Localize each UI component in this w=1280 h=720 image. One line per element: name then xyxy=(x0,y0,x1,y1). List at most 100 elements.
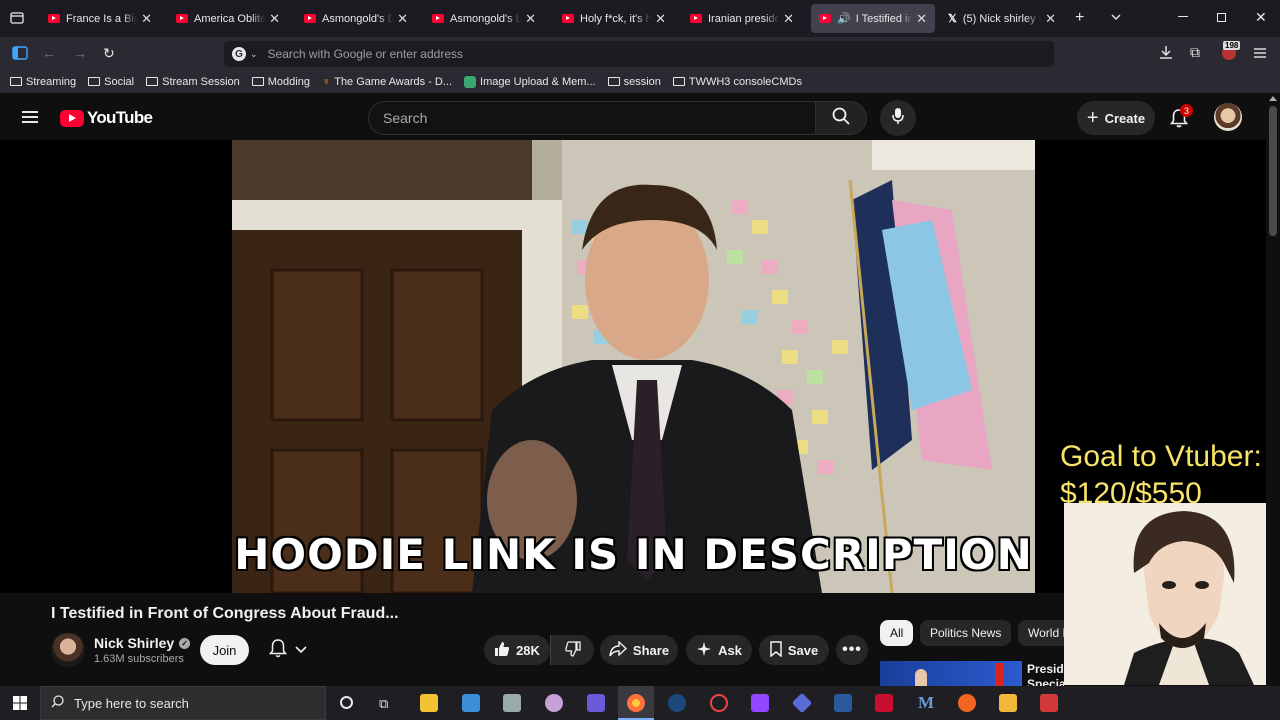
forward-arrow-icon[interactable]: → xyxy=(73,45,87,61)
twitch-icon[interactable] xyxy=(751,694,769,712)
steam-icon[interactable] xyxy=(668,694,686,712)
bookmark-item[interactable]: Streaming xyxy=(10,76,76,88)
scrollbar-thumb[interactable] xyxy=(1269,106,1277,236)
download-icon[interactable] xyxy=(1159,45,1173,65)
related-video-thumbnail[interactable] xyxy=(880,661,1022,686)
bookmark-save-icon xyxy=(770,640,782,660)
cortana-circle-icon[interactable] xyxy=(340,696,353,709)
app-icon[interactable] xyxy=(587,694,605,712)
browser-tab[interactable]: France Is a Bigger ✕ xyxy=(40,4,160,33)
save-button[interactable]: Save xyxy=(759,635,829,665)
browser-tab[interactable]: Holy f*ck, it's hap ✕ xyxy=(554,4,674,33)
address-bar[interactable]: G ⌄ Search with Google or enter address xyxy=(224,41,1054,67)
browser-tab[interactable]: Iranian president ✕ xyxy=(682,4,802,33)
extensions-puzzle-icon[interactable]: ⧉ xyxy=(1190,44,1200,61)
close-icon[interactable]: ✕ xyxy=(141,11,152,27)
mcafee-icon[interactable] xyxy=(875,694,893,712)
chip-politics-news[interactable]: Politics News xyxy=(920,620,1012,646)
browser-tab-strip: France Is a Bigger ✕ America Obliterate … xyxy=(0,0,1280,37)
sidebar-toggle-icon[interactable] xyxy=(12,46,28,65)
more-actions-button[interactable]: ••• xyxy=(836,635,868,665)
reload-icon[interactable]: ↻ xyxy=(103,45,115,62)
channel-name[interactable]: Nick Shirley ✓ xyxy=(94,635,191,651)
close-icon[interactable]: ✕ xyxy=(655,11,666,27)
bookmark-item[interactable]: Social xyxy=(88,76,134,88)
close-icon[interactable]: ✕ xyxy=(783,11,794,27)
search-engine-chevron-icon[interactable]: ⌄ xyxy=(250,49,258,60)
restore-icon[interactable] xyxy=(1217,13,1226,22)
bookmark-item[interactable]: Image Upload & Mem... xyxy=(464,75,596,88)
menu-hamburger-icon[interactable] xyxy=(1253,46,1267,64)
close-icon[interactable]: ✕ xyxy=(525,11,536,27)
join-button[interactable]: Join xyxy=(200,635,249,665)
app-icon[interactable] xyxy=(834,694,852,712)
dislike-button[interactable] xyxy=(550,635,594,665)
share-label: Share xyxy=(632,642,670,658)
app-m-icon[interactable]: M xyxy=(918,693,934,713)
app-icon[interactable] xyxy=(503,694,521,712)
tab-overflow-chevron-icon[interactable] xyxy=(1110,10,1122,28)
google-icon[interactable]: G xyxy=(232,47,246,61)
store-icon[interactable] xyxy=(462,694,480,712)
app-icon[interactable] xyxy=(999,694,1017,712)
browser-tab[interactable]: America Obliterate ✕ xyxy=(168,4,288,33)
thumbs-down-icon xyxy=(564,640,581,660)
channel-avatar[interactable] xyxy=(51,633,85,667)
microphone-icon xyxy=(892,107,904,130)
close-icon[interactable]: ✕ xyxy=(1045,11,1056,27)
firefox-icon[interactable] xyxy=(627,694,645,712)
bookmark-item[interactable]: Stream Session xyxy=(146,76,240,88)
close-icon[interactable]: ✕ xyxy=(397,11,408,27)
back-arrow-icon[interactable]: ← xyxy=(42,45,56,61)
chip-all[interactable]: All xyxy=(880,620,914,646)
scroll-up-arrow-icon[interactable] xyxy=(1269,96,1277,101)
browser-tab[interactable]: Asmongold's Laws ✕ xyxy=(424,4,544,33)
share-button[interactable]: Share xyxy=(600,635,678,665)
ask-button[interactable]: Ask xyxy=(686,635,752,665)
app-icon[interactable] xyxy=(1040,694,1058,712)
youtube-logo[interactable]: YouTube xyxy=(60,108,153,128)
browser-tab[interactable]: 𝕏 (5) Nick shirley (@ ✕ xyxy=(940,4,1064,33)
windows-start-icon[interactable] xyxy=(13,696,27,715)
create-button[interactable]: + Create xyxy=(1077,101,1155,135)
app-icon[interactable] xyxy=(791,692,813,714)
search-button[interactable] xyxy=(815,101,867,135)
search-input[interactable]: Search xyxy=(368,101,816,135)
voice-search-button[interactable] xyxy=(880,100,916,136)
minimize-icon[interactable] xyxy=(1178,16,1188,17)
guide-menu-icon[interactable] xyxy=(22,110,38,129)
browser-tab-active[interactable]: 🔊 I Testified in F ✕ xyxy=(811,4,935,33)
new-tab-plus-icon[interactable]: + xyxy=(1075,9,1084,27)
video-caption-overlay: HOODIE LINK IS IN DESCRIPTION xyxy=(234,530,1033,579)
browser-tab[interactable]: Asmongold's Defa ✕ xyxy=(296,4,416,33)
app-icon[interactable] xyxy=(710,694,728,712)
search-icon xyxy=(51,695,64,711)
youtube-icon xyxy=(562,14,574,23)
taskbar-search-box[interactable]: Type here to search xyxy=(40,686,326,720)
bookmark-item[interactable]: session xyxy=(607,76,661,88)
chevron-down-icon xyxy=(295,641,307,659)
bookmark-item[interactable]: Modding xyxy=(251,76,310,88)
tab-list-icon[interactable] xyxy=(10,11,24,30)
close-icon[interactable]: ✕ xyxy=(916,11,927,27)
app-icon[interactable] xyxy=(545,694,563,712)
page-scrollbar[interactable] xyxy=(1266,94,1280,686)
bookmark-item[interactable]: ♆ The Game Awards - D... xyxy=(322,76,452,88)
like-button[interactable]: 28K xyxy=(484,635,550,665)
file-explorer-icon[interactable] xyxy=(420,694,438,712)
youtube-play-icon xyxy=(60,109,84,127)
chip-world-news[interactable]: World N xyxy=(1018,620,1064,646)
window-close-icon[interactable]: ✕ xyxy=(1255,9,1267,26)
close-icon[interactable]: ✕ xyxy=(269,11,280,27)
save-label: Save xyxy=(787,642,819,658)
video-frame[interactable]: HOODIE LINK IS IN DESCRIPTION xyxy=(232,140,1035,593)
related-video-title[interactable]: Preside xyxy=(1027,662,1064,676)
browser-navigation-bar: ← → ↻ G ⌄ Search with Google or enter ad… xyxy=(0,37,1280,70)
bookmark-item[interactable]: TWWH3 consoleCMDs xyxy=(672,76,802,88)
task-view-icon[interactable]: ⧉ xyxy=(379,696,388,712)
speaker-icon[interactable]: 🔊 xyxy=(837,12,851,25)
stream-goal-overlay: Goal to Vtuber: $120/$550 xyxy=(1060,438,1262,512)
subscription-bell-button[interactable] xyxy=(258,635,318,665)
account-avatar[interactable] xyxy=(1214,103,1242,131)
app-icon[interactable] xyxy=(958,694,976,712)
